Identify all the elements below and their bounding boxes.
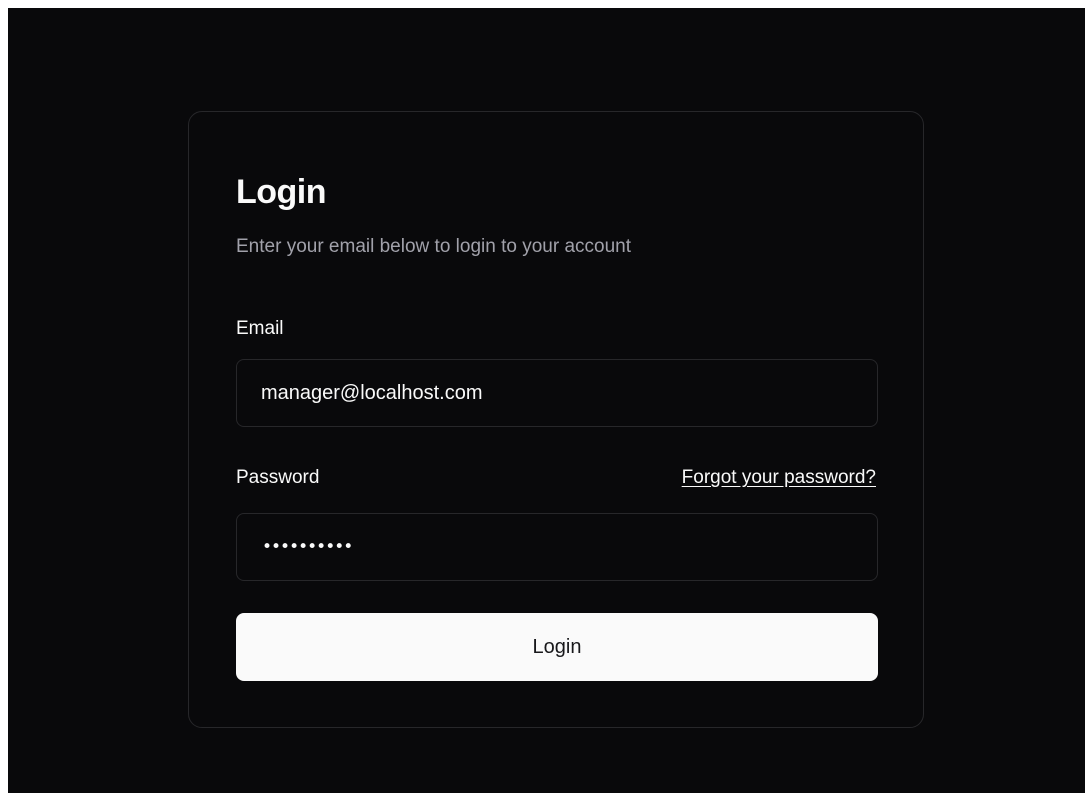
page-background: Login Enter your email below to login to… (8, 8, 1085, 793)
login-title: Login (236, 173, 327, 211)
forgot-password-link[interactable]: Forgot your password? (682, 465, 876, 491)
login-card: Login Enter your email below to login to… (188, 111, 924, 728)
password-label: Password (236, 467, 320, 488)
email-label: Email (236, 318, 284, 339)
password-field[interactable]: •••••••••• (236, 513, 878, 581)
email-field[interactable] (236, 359, 878, 427)
password-masked-value: •••••••••• (262, 537, 353, 557)
login-button[interactable]: Login (236, 613, 878, 681)
login-subtitle: Enter your email below to login to your … (236, 236, 631, 257)
